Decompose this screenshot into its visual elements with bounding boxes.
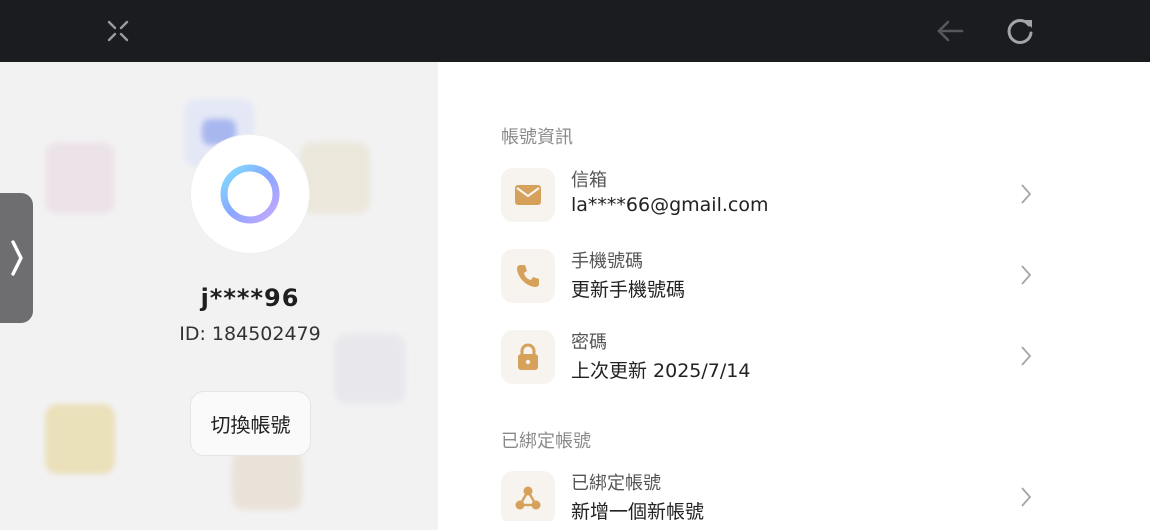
row-value: la****66@gmail.com — [571, 194, 769, 216]
row-label: 已綁定帳號 — [571, 473, 661, 494]
section-title-account-info: 帳號資訊 — [501, 127, 573, 148]
game-thumbnail — [300, 142, 370, 214]
side-drawer-handle[interactable] — [0, 193, 33, 323]
app-logo-icon — [220, 164, 280, 224]
game-thumbnail — [232, 450, 302, 510]
profile-panel: j****96 ID: 184502479 切換帳號 — [0, 62, 438, 530]
row-value: 更新手機號碼 — [571, 279, 686, 301]
chevron-right-icon — [10, 240, 23, 276]
link-nodes-icon — [501, 471, 555, 521]
chevron-right-icon — [1021, 265, 1032, 285]
game-thumbnail — [45, 404, 115, 474]
arrow-left-icon[interactable] — [933, 14, 967, 48]
user-id: ID: 184502479 — [179, 323, 321, 345]
phone-row[interactable]: 手機號碼 更新手機號碼 — [501, 247, 1041, 307]
username: j****96 — [200, 284, 300, 312]
chevron-right-icon — [1021, 184, 1032, 204]
top-bar — [0, 0, 1150, 62]
email-row[interactable]: 信箱 la****66@gmail.com — [501, 166, 1041, 226]
game-thumbnail — [45, 142, 115, 214]
row-label: 手機號碼 — [571, 251, 643, 272]
section-title-linked: 已綁定帳號 — [501, 431, 591, 452]
password-row[interactable]: 密碼 上次更新 2025/7/14 — [501, 328, 1041, 388]
collapse-x-icon[interactable] — [101, 14, 135, 48]
row-label: 信箱 — [571, 170, 607, 191]
switch-account-button[interactable]: 切換帳號 — [190, 391, 311, 456]
envelope-icon — [501, 168, 555, 222]
refresh-icon[interactable] — [1003, 14, 1037, 48]
phone-icon — [501, 249, 555, 303]
account-settings-panel: 帳號資訊 信箱 la****66@gmail.com 手機號碼 更新手機號碼 密… — [438, 62, 1150, 530]
linked-account-row[interactable]: 已綁定帳號 新增一個新帳號 — [501, 469, 1041, 521]
row-label: 密碼 — [571, 332, 607, 353]
chevron-right-icon — [1021, 346, 1032, 366]
lock-icon — [501, 330, 555, 384]
row-value: 上次更新 2025/7/14 — [571, 360, 751, 382]
row-value: 新增一個新帳號 — [571, 501, 705, 521]
avatar[interactable] — [191, 135, 309, 253]
chevron-right-icon — [1021, 487, 1032, 507]
